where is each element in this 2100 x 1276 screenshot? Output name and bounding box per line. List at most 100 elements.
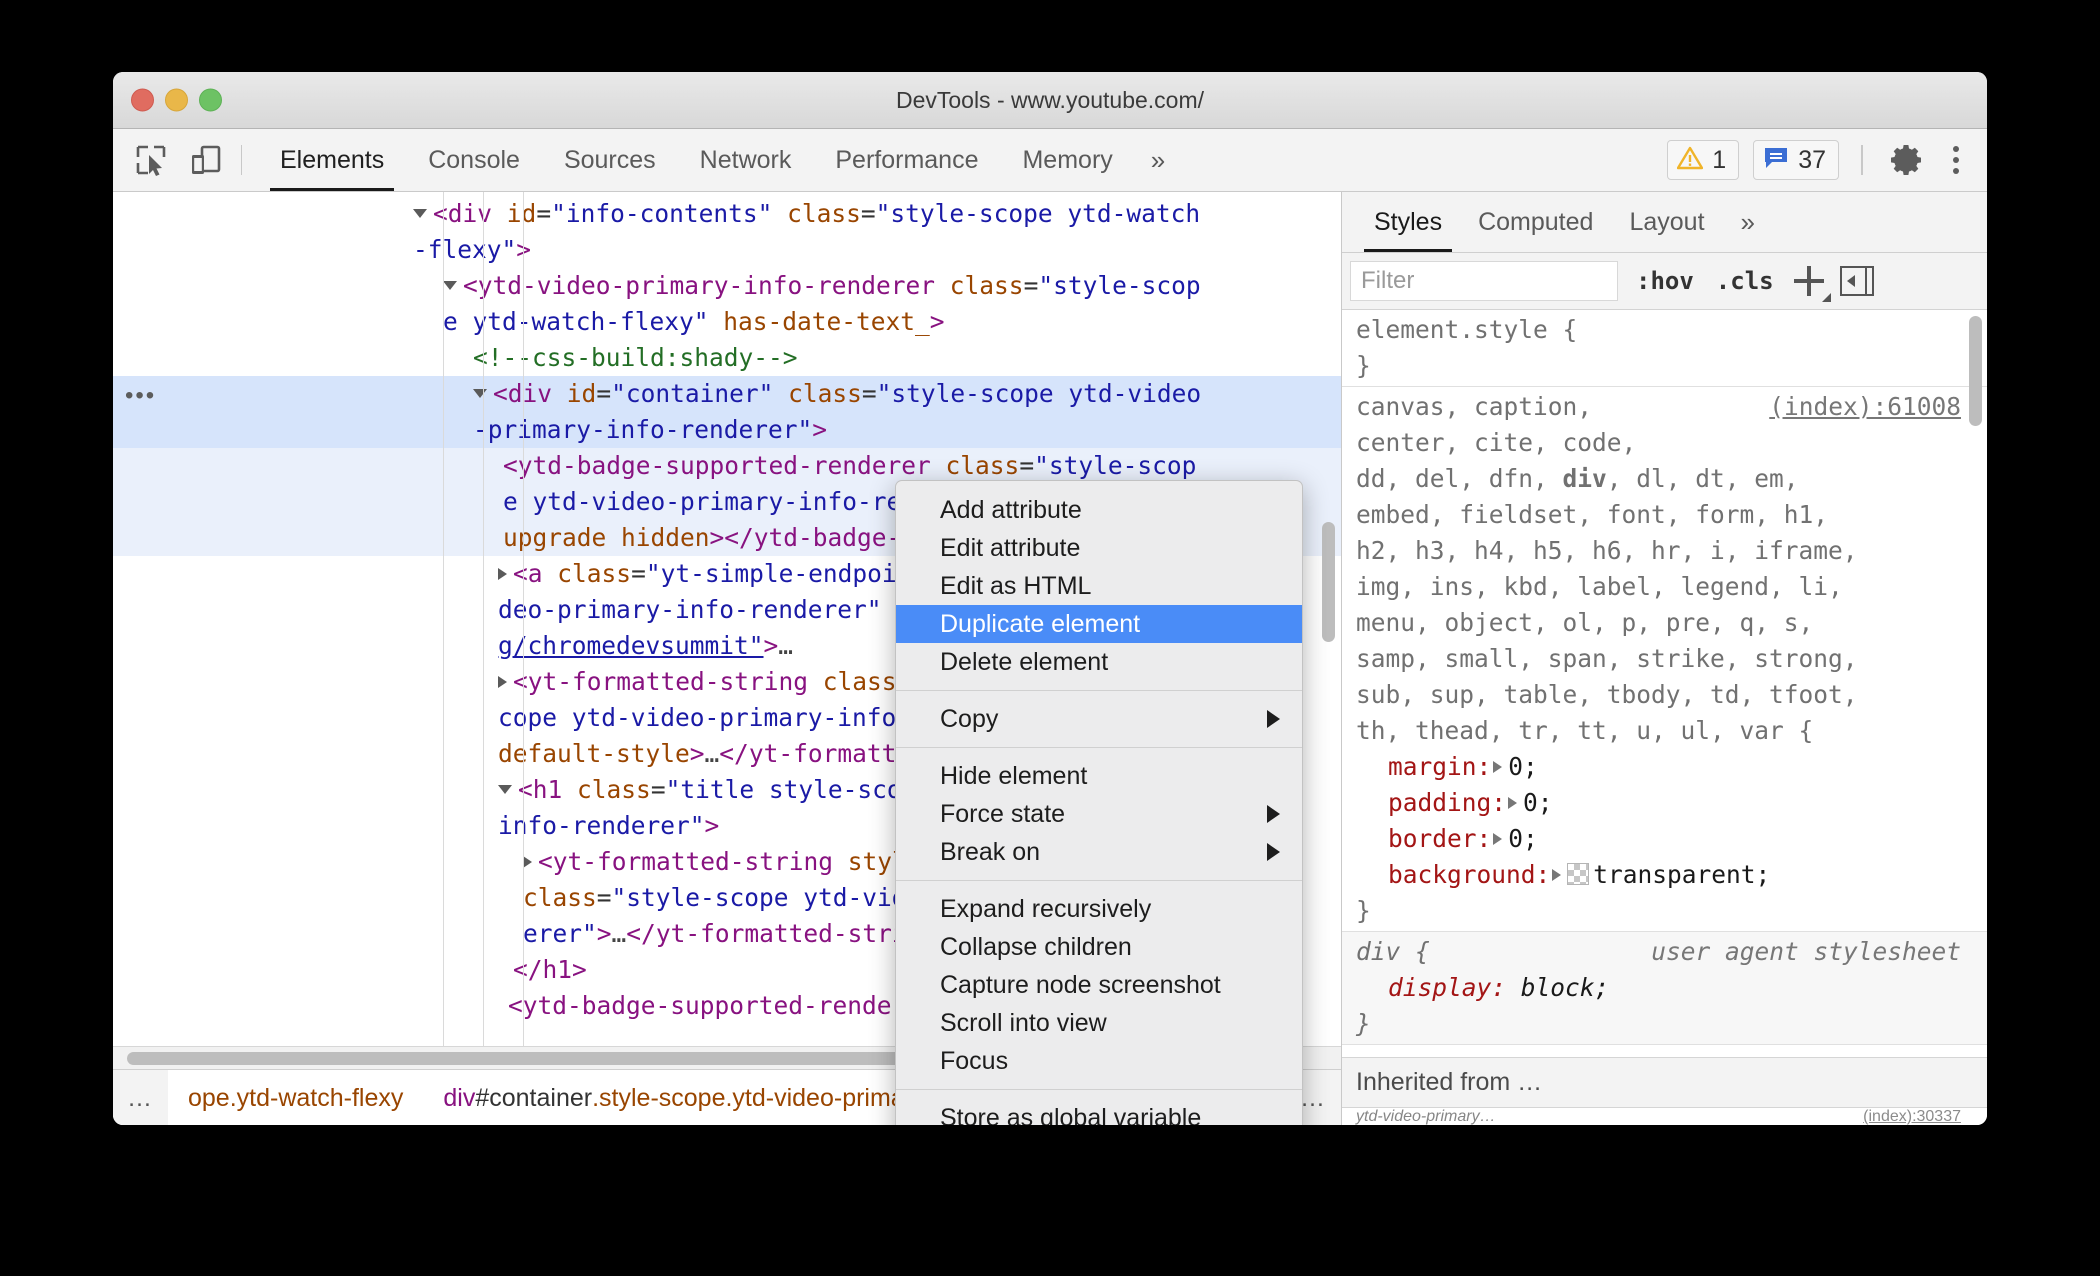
tab-memory[interactable]: Memory bbox=[1000, 129, 1134, 191]
element-classes-button[interactable]: .cls bbox=[1712, 267, 1778, 295]
chevron-right-icon[interactable] bbox=[498, 568, 507, 580]
css-property-value[interactable]: block; bbox=[1521, 973, 1610, 1002]
context-menu-separator bbox=[896, 690, 1302, 691]
tab-performance[interactable]: Performance bbox=[813, 129, 1000, 191]
force-hover-state-button[interactable]: :hov bbox=[1632, 267, 1698, 295]
css-rule-origin-link[interactable]: user agent stylesheet bbox=[1651, 934, 1961, 970]
message-badge[interactable]: 37 bbox=[1753, 140, 1839, 180]
context-menu-item[interactable]: Edit as HTML bbox=[896, 567, 1302, 605]
css-rule-selector[interactable]: (index):61008 canvas, caption, center, cit… bbox=[1356, 389, 1987, 749]
css-declaration[interactable]: display: block; bbox=[1356, 970, 1987, 1006]
styles-filter-input[interactable]: Filter bbox=[1350, 261, 1618, 301]
dom-tree-row[interactable]: <!--css-build:shady--> bbox=[113, 340, 1341, 376]
css-declaration[interactable]: padding: 0; bbox=[1356, 785, 1987, 821]
dom-token-link[interactable]: g/chromedevsummit" bbox=[498, 631, 764, 660]
context-menu-item[interactable]: Delete element bbox=[896, 643, 1302, 681]
context-menu-item[interactable]: Store as global variable bbox=[896, 1099, 1302, 1126]
css-property-name[interactable]: background: bbox=[1388, 860, 1550, 889]
context-menu-item[interactable]: Add attribute bbox=[896, 491, 1302, 529]
tab-styles[interactable]: Styles bbox=[1356, 192, 1460, 252]
maximize-window-button[interactable] bbox=[199, 88, 222, 112]
css-property-value[interactable]: 0; bbox=[1508, 752, 1538, 781]
css-declaration[interactable]: border: 0; bbox=[1356, 821, 1987, 857]
dom-token-tag: yt-formatted-string bbox=[527, 667, 809, 696]
css-rule-selector[interactable]: element.style { bbox=[1356, 312, 1987, 348]
tab-network[interactable]: Network bbox=[678, 129, 814, 191]
plus-icon[interactable] bbox=[1792, 264, 1831, 302]
context-menu-item[interactable]: Force state bbox=[896, 795, 1302, 833]
css-rule-block[interactable]: element.style {} bbox=[1342, 310, 1987, 387]
context-menu-item[interactable]: Copy bbox=[896, 700, 1302, 738]
css-property-value[interactable]: transparent; bbox=[1593, 860, 1770, 889]
chevron-right-icon[interactable] bbox=[1493, 833, 1503, 845]
context-menu-item[interactable]: Focus bbox=[896, 1042, 1302, 1080]
dom-token-txt bbox=[808, 667, 823, 696]
css-property-name[interactable]: margin: bbox=[1388, 752, 1491, 781]
message-bubble-icon bbox=[1763, 146, 1789, 175]
css-property-name[interactable]: display: bbox=[1388, 973, 1506, 1002]
css-rule-block[interactable]: (index):61008 canvas, caption, center, cit… bbox=[1342, 387, 1987, 932]
context-menu-item[interactable]: Scroll into view bbox=[896, 1004, 1302, 1042]
chevron-down-icon[interactable] bbox=[413, 209, 427, 224]
styles-clipped-origin[interactable]: (index):30337 bbox=[1863, 1108, 1961, 1125]
tab-sources[interactable]: Sources bbox=[542, 129, 678, 191]
chevron-right-icon[interactable] bbox=[1508, 797, 1518, 809]
dom-vertical-scrollbar[interactable] bbox=[1322, 522, 1335, 642]
css-property-name[interactable]: border: bbox=[1388, 824, 1491, 853]
gear-icon[interactable] bbox=[1885, 139, 1927, 181]
styles-rule-list[interactable]: element.style {} (index):61008 canvas, cap… bbox=[1342, 310, 1987, 1057]
styles-vertical-scrollbar[interactable] bbox=[1969, 316, 1982, 426]
kebab-menu-icon[interactable] bbox=[1941, 139, 1971, 181]
context-menu-item[interactable]: Collapse children bbox=[896, 928, 1302, 966]
chevron-right-icon[interactable] bbox=[1552, 869, 1562, 881]
chevron-right-icon[interactable] bbox=[1493, 761, 1503, 773]
tab-computed[interactable]: Computed bbox=[1460, 192, 1611, 252]
breadcrumb-overflow-left[interactable]: … bbox=[113, 1084, 168, 1113]
css-rule-block[interactable]: user agent stylesheet div {display: block… bbox=[1342, 932, 1987, 1045]
dom-tree-row[interactable]: <ytd-video-primary-info-renderer class="… bbox=[113, 268, 1341, 304]
close-window-button[interactable] bbox=[131, 88, 154, 112]
context-menu-item[interactable]: Hide element bbox=[896, 757, 1302, 795]
dom-tree-row[interactable]: <ytd-badge-supported-renderer class="sty… bbox=[113, 448, 1341, 484]
context-menu-item[interactable]: Duplicate element bbox=[896, 605, 1302, 643]
css-property-value[interactable]: 0; bbox=[1523, 788, 1553, 817]
css-property-value[interactable]: 0; bbox=[1508, 824, 1538, 853]
breadcrumb-item-parent[interactable]: ope.ytd-watch-flexy bbox=[168, 1070, 424, 1125]
inspect-element-icon[interactable] bbox=[131, 140, 171, 180]
styles-clipped-rule[interactable]: ytd-video-primary… (index):30337 bbox=[1342, 1108, 1987, 1125]
chevron-right-icon[interactable] bbox=[523, 856, 532, 868]
dom-tree-row[interactable]: <div id="info-contents" class="style-sco… bbox=[113, 196, 1341, 232]
chevron-down-icon[interactable] bbox=[443, 281, 457, 296]
device-toolbar-icon[interactable] bbox=[185, 140, 225, 180]
tab-layout[interactable]: Layout bbox=[1611, 192, 1722, 252]
css-declaration[interactable]: background: transparent; bbox=[1356, 857, 1987, 893]
chevron-down-icon[interactable] bbox=[498, 785, 512, 800]
tab-layout-label: Layout bbox=[1629, 207, 1705, 236]
styles-more-tabs-chevron-icon[interactable]: » bbox=[1723, 192, 1773, 252]
minimize-window-button[interactable] bbox=[165, 88, 188, 112]
css-rule-selector[interactable]: user agent stylesheet div { bbox=[1356, 934, 1987, 970]
color-swatch-icon[interactable] bbox=[1567, 863, 1590, 885]
tab-elements[interactable]: Elements bbox=[258, 129, 406, 191]
dom-tree-row[interactable]: e ytd-watch-flexy" has-date-text_> bbox=[113, 304, 1341, 340]
toggle-sidebar-icon[interactable] bbox=[1839, 266, 1874, 296]
dom-tree-row[interactable]: -primary-info-renderer"> bbox=[113, 412, 1341, 448]
chevron-down-icon[interactable] bbox=[473, 389, 487, 404]
css-declaration[interactable]: margin: 0; bbox=[1356, 749, 1987, 785]
context-menu-item[interactable]: Capture node screenshot bbox=[896, 966, 1302, 1004]
context-menu-item[interactable]: Expand recursively bbox=[896, 890, 1302, 928]
dom-node-context-menu[interactable]: Add attribute Edit attribute Edit as HTML D… bbox=[895, 480, 1303, 1125]
tab-sources-label: Sources bbox=[563, 145, 656, 174]
chevron-right-icon[interactable] bbox=[498, 676, 507, 688]
context-menu-item[interactable]: Break on bbox=[896, 833, 1302, 871]
css-rule-origin-link[interactable]: (index):61008 bbox=[1769, 389, 1961, 425]
tab-console[interactable]: Console bbox=[406, 129, 542, 191]
warning-badge[interactable]: 1 bbox=[1667, 140, 1740, 180]
more-tabs-chevron-icon[interactable]: » bbox=[1135, 129, 1181, 191]
context-menu-item[interactable]: Edit attribute bbox=[896, 529, 1302, 567]
dom-token-punc2: </ bbox=[719, 739, 749, 768]
dom-row-content: e ytd-watch-flexy" has-date-text_> bbox=[113, 304, 1341, 340]
dom-tree-row[interactable]: ••• <div id="container" class="style-scop… bbox=[113, 376, 1341, 412]
dom-tree-row[interactable]: -flexy"> bbox=[113, 232, 1341, 268]
css-property-name[interactable]: padding: bbox=[1388, 788, 1506, 817]
